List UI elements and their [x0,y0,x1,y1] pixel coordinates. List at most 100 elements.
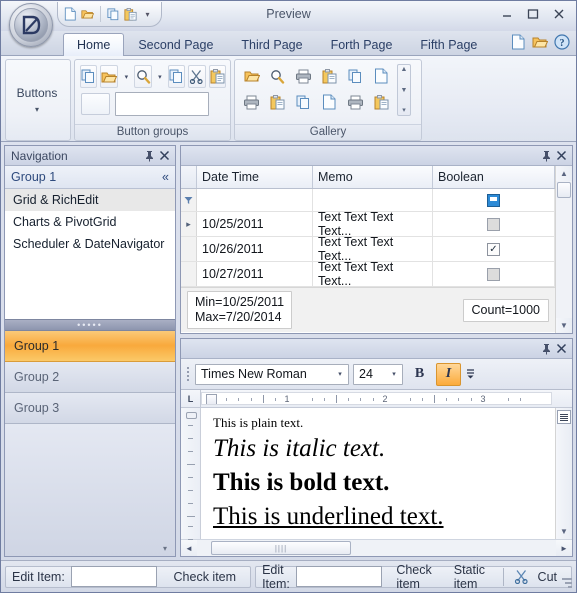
navbar-overflow-area[interactable]: ▾ [5,423,175,556]
gallery-dropdown-icon[interactable]: ▾ [402,107,406,114]
tabbar-help-icon[interactable]: ? [554,34,570,50]
chevron-down-icon[interactable]: ▾ [332,370,348,378]
gallery-item-new-document-icon[interactable] [368,64,394,88]
richedit-pin-icon[interactable] [539,341,554,356]
column-header-date-time[interactable]: Date Time [197,166,313,188]
richedit-vertical-scrollbar[interactable]: ▼ [555,408,572,539]
navigation-group-header[interactable]: Group 1 « [5,166,175,189]
grid-scroll-track[interactable] [556,181,572,318]
grid-close-icon[interactable] [554,148,569,163]
cell-boolean[interactable]: ✓ [433,237,555,261]
hscroll-thumb[interactable]: |||| [211,541,351,555]
grid-scroll-down-icon[interactable]: ▼ [560,318,568,333]
ribbon-text-input[interactable] [115,92,209,116]
copy2-icon[interactable] [167,65,186,88]
font-name-combobox[interactable]: Times New Roman ▾ [195,363,349,385]
color-picker-button[interactable] [81,93,110,115]
gallery-item-copy2-icon[interactable] [291,90,317,114]
bold-button[interactable]: B [407,363,432,386]
tab-forth-page[interactable]: Forth Page [317,33,407,56]
italic-button[interactable]: I [436,362,461,386]
gallery-item-paste-icon[interactable] [317,64,343,88]
checkbox-indeterminate-icon[interactable] [487,193,500,207]
checkbox-checked-icon[interactable]: ✓ [487,242,500,256]
statusbar-edit-input-left[interactable] [70,566,157,587]
zoom-icon[interactable] [134,65,152,88]
cell-boolean[interactable] [433,262,555,286]
sidebar-item-charts-pivotgrid[interactable]: Charts & PivotGrid [5,211,175,233]
navigation-close-icon[interactable] [157,148,172,163]
gallery-item-copy-icon[interactable] [342,64,368,88]
cell-memo[interactable]: Text Text Text Text... [313,235,433,263]
statusbar-check-item-left[interactable]: Check item [166,570,245,584]
grid-vertical-scrollbar[interactable]: ▲ ▼ [555,166,572,333]
cell-date-time[interactable]: 10/26/2011 [197,237,313,261]
document-view-icon[interactable] [557,410,571,424]
hscroll-right-icon[interactable]: ► [556,544,572,553]
filter-cell-boolean[interactable] [433,189,555,211]
toolbar-overflow-icon[interactable] [465,363,476,386]
statusbar-cut-icon[interactable] [514,569,529,584]
grid-scroll-thumb[interactable] [557,182,571,198]
statusbar-check-item-right[interactable]: Check item [388,563,439,591]
open-folder-icon[interactable] [100,65,119,88]
zoom-dropdown-icon[interactable]: ▾ [155,65,165,88]
gallery-item-new-document2-icon[interactable] [317,90,343,114]
buttons-dropdown-button[interactable]: Buttons ▾ [6,60,68,140]
column-header-memo[interactable]: Memo [313,166,433,188]
gallery-scroll-down-icon[interactable]: ▼ [401,87,408,94]
open-folder-dropdown-icon[interactable]: ▾ [121,65,131,88]
gallery-item-print2-icon[interactable] [239,90,265,114]
gallery-item-print-icon[interactable] [291,64,317,88]
document-content[interactable]: This is plain text. This is italic text.… [201,408,555,539]
cell-date-time[interactable]: 10/25/2011 [197,212,313,236]
filter-cell-date-time[interactable] [197,189,313,211]
tab-third-page[interactable]: Third Page [227,33,316,56]
cut-icon[interactable] [188,65,206,88]
paste-icon[interactable] [208,65,227,88]
grid-scroll-up-icon[interactable]: ▲ [560,166,568,181]
tab-fifth-page[interactable]: Fifth Page [406,33,491,56]
gallery-scrollbar[interactable]: ▲ ▼ ▾ [397,64,411,116]
checkbox-unchecked-icon[interactable] [487,267,500,281]
maximize-button[interactable] [522,5,544,22]
chevron-down-icon[interactable]: ▾ [386,370,402,378]
tabbar-open-folder-icon[interactable] [532,35,548,49]
close-button[interactable] [548,5,570,22]
collapse-left-icon[interactable]: « [162,170,169,184]
cell-boolean[interactable] [433,212,555,236]
gallery-item-print3-icon[interactable] [342,90,368,114]
richedit-horizontal-scrollbar[interactable]: ◄ |||| ► [181,539,572,556]
navbar-overflow-icon[interactable]: ▾ [163,544,167,553]
navbar-group-2[interactable]: Group 2 [5,361,175,393]
tab-stop-selector[interactable]: L [181,390,201,407]
hscroll-track[interactable]: |||| [197,540,556,556]
copy-icon[interactable] [80,65,98,88]
table-row[interactable]: 10/26/2011 Text Text Text Text... ✓ [181,235,555,263]
tab-home[interactable]: Home [63,33,125,56]
gallery-item-zoom-icon[interactable] [265,64,291,88]
ruler-strip[interactable]: 1 2 3 [201,392,552,405]
cell-memo[interactable]: Text Text Text Text... [313,260,433,288]
grid-pin-icon[interactable] [539,148,554,163]
pin-icon[interactable] [142,148,157,163]
richedit-close-icon[interactable] [554,341,569,356]
cell-date-time[interactable]: 10/27/2011 [197,262,313,286]
gallery-item-paste3-icon[interactable] [368,90,394,114]
tabbar-new-document-icon[interactable] [511,34,526,50]
statusbar-cut-label[interactable]: Cut [535,570,565,584]
grid-filter-row[interactable] [181,189,555,212]
minimize-button[interactable] [496,5,518,22]
filter-cell-memo[interactable] [313,189,433,211]
richedit-scroll-down-icon[interactable]: ▼ [560,524,568,539]
gallery-item-paste2-icon[interactable] [265,90,291,114]
gallery-grid[interactable] [239,64,394,114]
cell-memo[interactable]: Text Text Text Text... [313,210,433,238]
table-row[interactable]: ▸ 10/25/2011 Text Text Text Text... [181,210,555,238]
gallery-scroll-up-icon[interactable]: ▲ [401,66,408,73]
navbar-group-1[interactable]: Group 1 [5,330,175,362]
column-header-boolean[interactable]: Boolean [433,166,555,188]
tab-second-page[interactable]: Second Page [124,33,227,56]
font-size-combobox[interactable]: 24 ▾ [353,363,403,385]
sidebar-item-scheduler-datenavigator[interactable]: Scheduler & DateNavigator [5,233,175,255]
